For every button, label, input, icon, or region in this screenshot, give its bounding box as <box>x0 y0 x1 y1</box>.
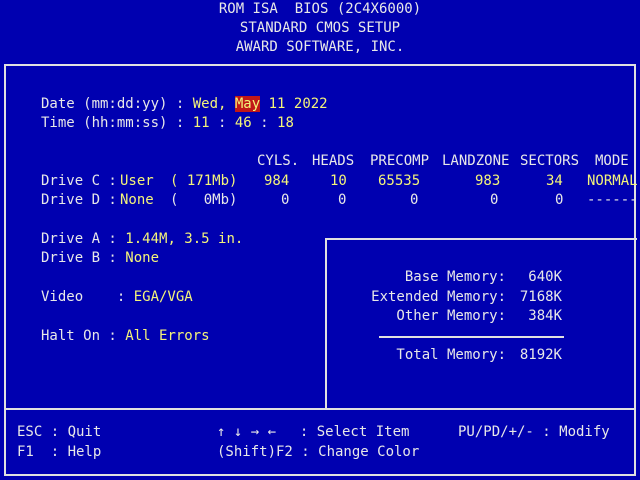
time-minute-field[interactable]: 46 <box>235 115 252 131</box>
col-header-sectors: SECTORS <box>520 153 580 169</box>
time-row: Time (hh:mm:ss) : 11 : 46 : 18 <box>41 114 294 133</box>
drive-c-label: Drive C : <box>41 173 126 189</box>
col-header-cyls: CYLS. <box>257 153 300 169</box>
drive-c-cyls: 984 <box>264 173 290 189</box>
drive-c-sectors: 34 <box>546 173 563 189</box>
drive-d-sectors: 0 <box>555 192 564 208</box>
esc-quit-hint: ESC : Quit <box>17 424 102 440</box>
time-label: Time (hh:mm:ss) : <box>41 115 193 131</box>
col-header-landzone: LANDZONE <box>442 153 510 169</box>
col-header-mode: MODE <box>595 153 629 169</box>
other-memory-value: 384K <box>528 308 562 324</box>
drive-c-landzone: 983 <box>475 173 501 189</box>
change-color-hint: (Shift)F2 : Change Color <box>217 444 420 460</box>
drive-c-mode: NORMAL <box>587 173 638 189</box>
drive-c-type-field[interactable]: User <box>120 172 154 191</box>
drive-d-size: ( 0Mb) <box>170 192 238 208</box>
video-row: Video : EGA/VGA <box>41 288 193 307</box>
select-item-hint: : Select Item <box>283 424 410 440</box>
drive-a-value-field[interactable]: 1.44M, 3.5 in. <box>125 231 243 247</box>
total-memory-label: Total Memory: <box>396 347 506 363</box>
f1-help-hint: F1 : Help <box>17 444 102 460</box>
time-second-field[interactable]: 18 <box>277 115 294 131</box>
time-separator: : <box>209 115 235 131</box>
drive-b-value-field[interactable]: None <box>125 250 159 266</box>
drive-b-label: Drive B : <box>41 250 126 266</box>
setup-title: STANDARD CMOS SETUP <box>239 20 401 36</box>
drive-d-label: Drive D : <box>41 192 126 208</box>
drive-c-heads: 10 <box>330 173 347 189</box>
vendor-name: AWARD SOFTWARE, INC. <box>235 39 405 55</box>
drive-d-mode: ------ <box>587 192 638 208</box>
halt-on-value-field[interactable]: All Errors <box>125 328 209 344</box>
modify-hint: PU/PD/+/- : Modify <box>458 424 610 440</box>
drive-d-cyls: 0 <box>281 192 290 208</box>
bios-title: ROM ISA BIOS (2C4X6000) <box>218 1 422 17</box>
extended-memory-value: 7168K <box>519 289 562 305</box>
memory-divider <box>379 336 564 338</box>
video-value-field[interactable]: EGA/VGA <box>134 289 193 305</box>
date-day-year-field[interactable]: 11 2022 <box>260 96 328 112</box>
base-memory-label: Base Memory: <box>404 269 506 285</box>
date-row: Date (mm:dd:yy) : Wed, May 11 2022 <box>41 95 328 114</box>
time-separator: : <box>251 115 278 131</box>
drive-c-precomp: 65535 <box>378 173 421 189</box>
time-hour-field[interactable]: 11 <box>193 115 210 131</box>
bios-header: ROM ISA BIOS (2C4X6000) STANDARD CMOS SE… <box>0 0 640 57</box>
halt-on-row: Halt On : All Errors <box>41 327 210 346</box>
extended-memory-label: Extended Memory: <box>371 289 506 305</box>
other-memory-label: Other Memory: <box>396 308 506 324</box>
col-header-heads: HEADS <box>312 153 355 169</box>
drive-a-row: Drive A : 1.44M, 3.5 in. <box>41 230 243 249</box>
date-weekday: Wed, <box>192 96 235 112</box>
drive-d-heads: 0 <box>338 192 347 208</box>
date-month-field[interactable]: May <box>234 96 261 112</box>
arrow-keys-icon: ↑ ↓ → ← <box>217 424 277 440</box>
col-header-precomp: PRECOMP <box>370 153 430 169</box>
base-memory-value: 640K <box>528 269 562 285</box>
drive-b-row: Drive B : None <box>41 249 159 268</box>
date-label: Date (mm:dd:yy) : <box>41 96 193 112</box>
drive-d-type-field[interactable]: None <box>120 191 154 210</box>
drive-d-precomp: 0 <box>410 192 419 208</box>
drive-d-landzone: 0 <box>490 192 499 208</box>
drive-a-label: Drive A : <box>41 231 126 247</box>
video-label: Video : <box>41 289 134 305</box>
drive-c-size: ( 171Mb) <box>170 173 238 189</box>
halt-on-label: Halt On : <box>41 328 126 344</box>
total-memory-value: 8192K <box>519 347 562 363</box>
